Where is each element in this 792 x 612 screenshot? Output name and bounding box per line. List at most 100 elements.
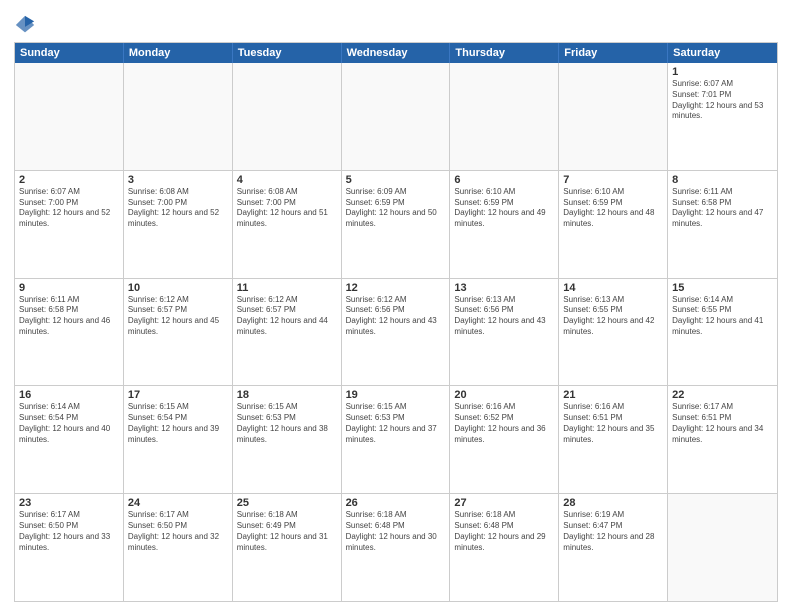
day-number: 23	[19, 497, 119, 509]
cell-info: Sunrise: 6:15 AM Sunset: 6:54 PM Dayligh…	[128, 402, 228, 445]
calendar-cell: 15Sunrise: 6:14 AM Sunset: 6:55 PM Dayli…	[668, 279, 777, 386]
calendar-cell: 1Sunrise: 6:07 AM Sunset: 7:01 PM Daylig…	[668, 63, 777, 170]
calendar-cell: 23Sunrise: 6:17 AM Sunset: 6:50 PM Dayli…	[15, 494, 124, 601]
calendar-cell	[124, 63, 233, 170]
cell-info: Sunrise: 6:12 AM Sunset: 6:57 PM Dayligh…	[128, 295, 228, 338]
cell-info: Sunrise: 6:08 AM Sunset: 7:00 PM Dayligh…	[237, 187, 337, 230]
day-number: 17	[128, 389, 228, 401]
logo-icon	[14, 14, 36, 36]
day-number: 6	[454, 174, 554, 186]
calendar-cell: 5Sunrise: 6:09 AM Sunset: 6:59 PM Daylig…	[342, 171, 451, 278]
cell-info: Sunrise: 6:15 AM Sunset: 6:53 PM Dayligh…	[346, 402, 446, 445]
day-number: 19	[346, 389, 446, 401]
day-number: 4	[237, 174, 337, 186]
cell-info: Sunrise: 6:07 AM Sunset: 7:01 PM Dayligh…	[672, 79, 773, 122]
calendar-week-4: 16Sunrise: 6:14 AM Sunset: 6:54 PM Dayli…	[15, 386, 777, 494]
day-number: 1	[672, 66, 773, 78]
calendar-cell: 11Sunrise: 6:12 AM Sunset: 6:57 PM Dayli…	[233, 279, 342, 386]
cell-info: Sunrise: 6:19 AM Sunset: 6:47 PM Dayligh…	[563, 510, 663, 553]
calendar-week-1: 1Sunrise: 6:07 AM Sunset: 7:01 PM Daylig…	[15, 63, 777, 171]
calendar-cell	[233, 63, 342, 170]
header	[14, 10, 778, 36]
calendar-cell: 10Sunrise: 6:12 AM Sunset: 6:57 PM Dayli…	[124, 279, 233, 386]
cell-info: Sunrise: 6:16 AM Sunset: 6:52 PM Dayligh…	[454, 402, 554, 445]
cell-info: Sunrise: 6:17 AM Sunset: 6:51 PM Dayligh…	[672, 402, 773, 445]
day-number: 2	[19, 174, 119, 186]
calendar-cell	[15, 63, 124, 170]
cell-info: Sunrise: 6:18 AM Sunset: 6:48 PM Dayligh…	[346, 510, 446, 553]
calendar-week-3: 9Sunrise: 6:11 AM Sunset: 6:58 PM Daylig…	[15, 279, 777, 387]
calendar-cell: 9Sunrise: 6:11 AM Sunset: 6:58 PM Daylig…	[15, 279, 124, 386]
day-number: 28	[563, 497, 663, 509]
calendar-body: 1Sunrise: 6:07 AM Sunset: 7:01 PM Daylig…	[15, 63, 777, 601]
calendar-cell: 13Sunrise: 6:13 AM Sunset: 6:56 PM Dayli…	[450, 279, 559, 386]
day-number: 10	[128, 282, 228, 294]
cell-info: Sunrise: 6:14 AM Sunset: 6:55 PM Dayligh…	[672, 295, 773, 338]
day-number: 3	[128, 174, 228, 186]
calendar-cell: 4Sunrise: 6:08 AM Sunset: 7:00 PM Daylig…	[233, 171, 342, 278]
logo	[14, 14, 40, 36]
calendar-cell: 7Sunrise: 6:10 AM Sunset: 6:59 PM Daylig…	[559, 171, 668, 278]
cell-info: Sunrise: 6:10 AM Sunset: 6:59 PM Dayligh…	[454, 187, 554, 230]
cell-info: Sunrise: 6:12 AM Sunset: 6:56 PM Dayligh…	[346, 295, 446, 338]
cell-info: Sunrise: 6:17 AM Sunset: 6:50 PM Dayligh…	[19, 510, 119, 553]
day-number: 18	[237, 389, 337, 401]
cell-info: Sunrise: 6:18 AM Sunset: 6:49 PM Dayligh…	[237, 510, 337, 553]
calendar-cell: 28Sunrise: 6:19 AM Sunset: 6:47 PM Dayli…	[559, 494, 668, 601]
calendar-cell: 17Sunrise: 6:15 AM Sunset: 6:54 PM Dayli…	[124, 386, 233, 493]
calendar-cell: 21Sunrise: 6:16 AM Sunset: 6:51 PM Dayli…	[559, 386, 668, 493]
calendar-cell: 19Sunrise: 6:15 AM Sunset: 6:53 PM Dayli…	[342, 386, 451, 493]
day-number: 7	[563, 174, 663, 186]
day-number: 5	[346, 174, 446, 186]
calendar-cell: 16Sunrise: 6:14 AM Sunset: 6:54 PM Dayli…	[15, 386, 124, 493]
cell-info: Sunrise: 6:11 AM Sunset: 6:58 PM Dayligh…	[672, 187, 773, 230]
day-number: 8	[672, 174, 773, 186]
calendar-cell	[668, 494, 777, 601]
day-number: 16	[19, 389, 119, 401]
calendar-cell: 6Sunrise: 6:10 AM Sunset: 6:59 PM Daylig…	[450, 171, 559, 278]
calendar-cell: 27Sunrise: 6:18 AM Sunset: 6:48 PM Dayli…	[450, 494, 559, 601]
calendar-cell: 2Sunrise: 6:07 AM Sunset: 7:00 PM Daylig…	[15, 171, 124, 278]
cal-header-saturday: Saturday	[668, 43, 777, 63]
calendar-cell: 18Sunrise: 6:15 AM Sunset: 6:53 PM Dayli…	[233, 386, 342, 493]
cell-info: Sunrise: 6:09 AM Sunset: 6:59 PM Dayligh…	[346, 187, 446, 230]
calendar-header-row: SundayMondayTuesdayWednesdayThursdayFrid…	[15, 43, 777, 63]
calendar-cell	[450, 63, 559, 170]
day-number: 21	[563, 389, 663, 401]
day-number: 22	[672, 389, 773, 401]
cell-info: Sunrise: 6:15 AM Sunset: 6:53 PM Dayligh…	[237, 402, 337, 445]
calendar-cell: 20Sunrise: 6:16 AM Sunset: 6:52 PM Dayli…	[450, 386, 559, 493]
calendar-week-5: 23Sunrise: 6:17 AM Sunset: 6:50 PM Dayli…	[15, 494, 777, 601]
day-number: 11	[237, 282, 337, 294]
cal-header-monday: Monday	[124, 43, 233, 63]
calendar: SundayMondayTuesdayWednesdayThursdayFrid…	[14, 42, 778, 602]
cell-info: Sunrise: 6:12 AM Sunset: 6:57 PM Dayligh…	[237, 295, 337, 338]
day-number: 25	[237, 497, 337, 509]
cell-info: Sunrise: 6:11 AM Sunset: 6:58 PM Dayligh…	[19, 295, 119, 338]
day-number: 26	[346, 497, 446, 509]
calendar-cell	[342, 63, 451, 170]
day-number: 24	[128, 497, 228, 509]
cell-info: Sunrise: 6:07 AM Sunset: 7:00 PM Dayligh…	[19, 187, 119, 230]
cell-info: Sunrise: 6:13 AM Sunset: 6:55 PM Dayligh…	[563, 295, 663, 338]
calendar-cell: 22Sunrise: 6:17 AM Sunset: 6:51 PM Dayli…	[668, 386, 777, 493]
page: SundayMondayTuesdayWednesdayThursdayFrid…	[0, 0, 792, 612]
cell-info: Sunrise: 6:14 AM Sunset: 6:54 PM Dayligh…	[19, 402, 119, 445]
calendar-cell: 24Sunrise: 6:17 AM Sunset: 6:50 PM Dayli…	[124, 494, 233, 601]
day-number: 15	[672, 282, 773, 294]
cell-info: Sunrise: 6:10 AM Sunset: 6:59 PM Dayligh…	[563, 187, 663, 230]
cell-info: Sunrise: 6:08 AM Sunset: 7:00 PM Dayligh…	[128, 187, 228, 230]
cal-header-wednesday: Wednesday	[342, 43, 451, 63]
day-number: 27	[454, 497, 554, 509]
day-number: 20	[454, 389, 554, 401]
cell-info: Sunrise: 6:16 AM Sunset: 6:51 PM Dayligh…	[563, 402, 663, 445]
cell-info: Sunrise: 6:18 AM Sunset: 6:48 PM Dayligh…	[454, 510, 554, 553]
calendar-cell: 12Sunrise: 6:12 AM Sunset: 6:56 PM Dayli…	[342, 279, 451, 386]
cal-header-thursday: Thursday	[450, 43, 559, 63]
cal-header-tuesday: Tuesday	[233, 43, 342, 63]
day-number: 13	[454, 282, 554, 294]
calendar-cell: 25Sunrise: 6:18 AM Sunset: 6:49 PM Dayli…	[233, 494, 342, 601]
day-number: 14	[563, 282, 663, 294]
cell-info: Sunrise: 6:13 AM Sunset: 6:56 PM Dayligh…	[454, 295, 554, 338]
cal-header-sunday: Sunday	[15, 43, 124, 63]
